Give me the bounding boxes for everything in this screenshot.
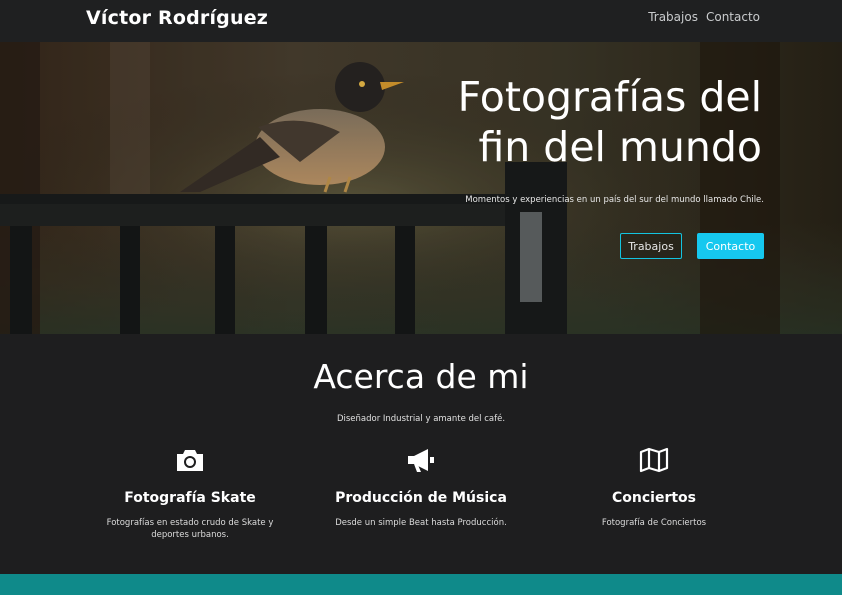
feature-desc: Desde un simple Beat hasta Producción. (335, 518, 507, 528)
feature-skate: Fotografía Skate Fotografías en estado c… (80, 446, 300, 541)
about-subtitle: Diseñador Industrial y amante del café. (336, 414, 506, 424)
about-section: Acerca de mi Diseñador Industrial y aman… (0, 334, 842, 574)
nav-links: Trabajos Contacto (648, 10, 760, 24)
feature-title: Producción de Música (335, 490, 507, 506)
about-title: Acerca de mi (313, 357, 529, 396)
hero-title: Fotografías del fin del mundo (362, 72, 762, 172)
contacto-button[interactable]: Contacto (697, 233, 764, 259)
feature-music: Producción de Música Desde un simple Bea… (311, 446, 531, 529)
nav-link-contacto[interactable]: Contacto (706, 10, 760, 24)
map-icon (544, 446, 764, 474)
hero-title-line1: Fotografías del (457, 73, 762, 121)
trabajos-button[interactable]: Trabajos (620, 233, 682, 259)
brand-logo[interactable]: Víctor Rodríguez (86, 7, 268, 29)
feature-desc: Fotografía de Conciertos (601, 518, 707, 528)
nav-link-trabajos[interactable]: Trabajos (648, 10, 698, 24)
feature-concerts: Conciertos Fotografía de Conciertos (544, 446, 764, 529)
hero-title-line2: fin del mundo (478, 123, 762, 171)
camera-icon (80, 446, 300, 474)
feature-desc: Fotografías en estado crudo de Skate y d… (106, 518, 274, 540)
feature-title: Fotografía Skate (124, 490, 256, 506)
hero-subtitle: Momentos y experiencias en un país del s… (465, 195, 764, 205)
hero-section: Fotografías del fin del mundo Momentos y… (0, 42, 842, 334)
footer-strip (0, 574, 842, 595)
feature-title: Conciertos (612, 490, 696, 506)
megaphone-icon (311, 446, 531, 474)
navbar: Víctor Rodríguez Trabajos Contacto (0, 0, 842, 42)
